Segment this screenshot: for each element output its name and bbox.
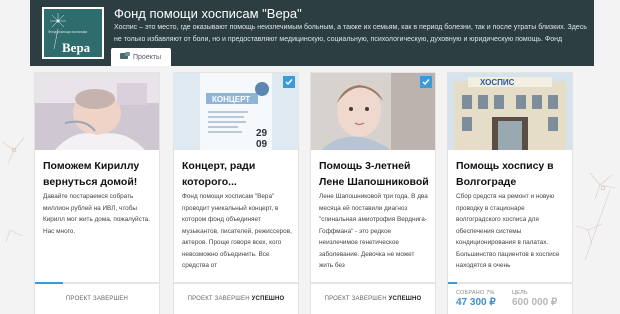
project-status: ПРОЕКТ ЗАВЕРШЕН <box>35 296 159 302</box>
hospice-sign: ХОСПИС <box>480 78 515 87</box>
org-header: Фонд помощи хосписам Вера Фонд помощи хо… <box>30 0 594 66</box>
project-photo[interactable] <box>35 73 159 150</box>
org-page: Фонд помощи хосписам Вера Фонд помощи хо… <box>30 0 594 314</box>
collected-label: СОБРАНО 7% <box>456 290 495 296</box>
project-description: Сбор средств на ремонт и новую проводку … <box>456 193 560 269</box>
tab-projects-label: Проекты <box>133 53 162 61</box>
status-text: ПРОЕКТ ЗАВЕРШЕН <box>187 296 250 302</box>
goal-label: ЦЕЛЬ <box>512 290 528 296</box>
success-check-icon <box>283 76 295 88</box>
funding-progress-bar <box>448 282 457 284</box>
goal-value: 600 000 ₽ <box>512 297 558 308</box>
project-funding: СОБРАНО 7% 47 300 ₽ ЦЕЛЬ 600 000 ₽ <box>448 282 572 314</box>
poster-word: КОНЦЕРТ <box>212 95 250 104</box>
project-poster[interactable]: КОНЦЕРТ 29 09 <box>174 73 298 150</box>
status-text: ПРОЕКТ ЗАВЕРШЕН <box>324 296 387 302</box>
org-description: Хоспис – это место, где оказывают помощь… <box>114 24 587 55</box>
collected-value: 47 300 ₽ <box>456 297 496 308</box>
funding-collected: СОБРАНО 7% 47 300 ₽ <box>456 290 496 308</box>
project-title[interactable]: Концерт, ради которого... <box>182 158 294 190</box>
project-footer: ПРОЕКТ ЗАВЕРШЕН УСПЕШНО <box>311 282 435 314</box>
project-card[interactable]: ХОСПИС Помощь хоспису в Волгограде Сбор … <box>448 73 572 314</box>
poster-month: 09 <box>256 139 268 150</box>
project-status: ПРОЕКТ ЗАВЕРШЕН УСПЕШНО <box>311 296 435 302</box>
project-description: Лене Шапошниковой три года. В два месяца… <box>319 193 428 269</box>
project-title[interactable]: Поможем Кириллу вернуться домой! <box>43 158 155 190</box>
project-footer: ПРОЕКТ ЗАВЕРШЕН <box>35 282 159 314</box>
org-logo[interactable]: Фонд помощи хосписам Вера <box>42 7 104 59</box>
project-footer: ПРОЕКТ ЗАВЕРШЕН УСПЕШНО <box>174 282 298 314</box>
project-card[interactable]: КОНЦЕРТ 29 09 Концерт, ради которого... … <box>174 73 298 314</box>
status-text: ПРОЕКТ ЗАВЕРШЕН <box>65 296 129 302</box>
status-success: УСПЕШНО <box>251 296 285 302</box>
project-card[interactable]: Поможем Кириллу вернуться домой! Давайте… <box>35 73 159 314</box>
project-description: Давайте постараемся собрать миллион рубл… <box>43 193 151 235</box>
project-cards: Поможем Кириллу вернуться домой! Давайте… <box>35 73 589 314</box>
project-photo[interactable] <box>311 73 435 150</box>
status-success: УСПЕШНО <box>388 296 422 302</box>
tab-projects[interactable]: Проекты <box>111 48 171 66</box>
logo-wordmark: Вера <box>62 40 91 55</box>
success-check-icon <box>420 76 432 88</box>
funding-goal: ЦЕЛЬ 600 000 ₽ <box>512 290 557 308</box>
project-title[interactable]: Помощь хоспису в Волгограде <box>456 158 568 190</box>
project-photo[interactable]: ХОСПИС <box>448 73 572 150</box>
poster-day: 29 <box>256 128 268 139</box>
org-title[interactable]: Фонд помощи хосписам "Вера" <box>114 6 302 21</box>
project-title[interactable]: Помощь 3-летней Лене Шапошниковой <box>319 158 431 190</box>
project-card[interactable]: Помощь 3-летней Лене Шапошниковой Лене Ш… <box>311 73 435 314</box>
project-description: Фонд помощи хосписам "Вера" проводит уни… <box>182 193 292 269</box>
project-status: ПРОЕКТ ЗАВЕРШЕН УСПЕШНО <box>174 296 298 302</box>
projects-icon <box>120 52 130 62</box>
logo-subtitle: Фонд помощи хосписам <box>48 30 87 34</box>
